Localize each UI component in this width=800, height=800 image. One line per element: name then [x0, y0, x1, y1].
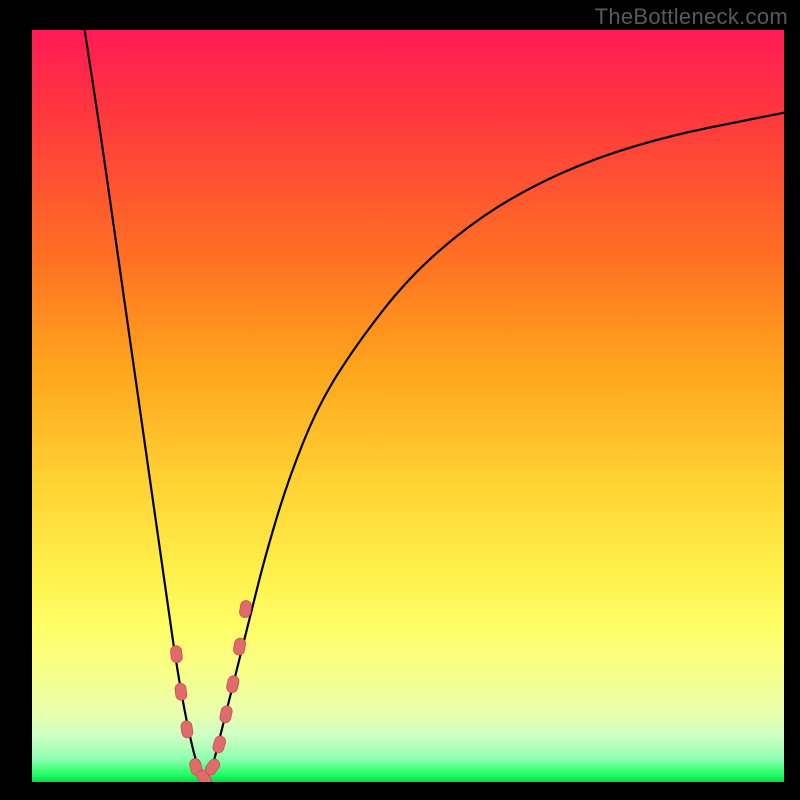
chart-frame: TheBottleneck.com — [0, 0, 800, 800]
plot-area — [32, 30, 784, 782]
marker-pill — [170, 645, 183, 663]
marker-pill — [180, 720, 194, 739]
bottleneck-curve — [85, 30, 784, 778]
marker-pill — [212, 735, 227, 754]
curve-layer — [32, 30, 784, 782]
marker-pill — [233, 637, 247, 656]
marker-pill — [174, 683, 187, 701]
marker-pill — [219, 705, 233, 724]
marker-pill — [226, 675, 240, 694]
watermark-text: TheBottleneck.com — [595, 4, 788, 30]
marker-group — [170, 600, 252, 782]
